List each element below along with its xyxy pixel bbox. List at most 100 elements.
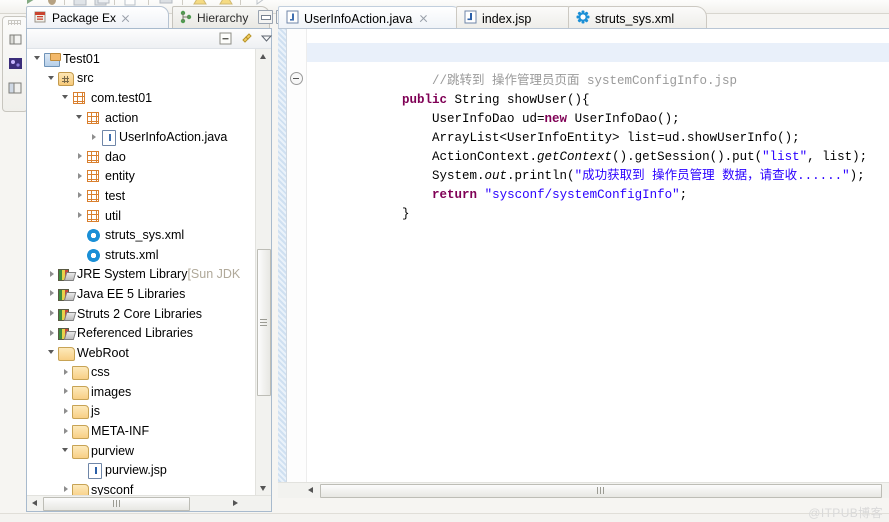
tree-item[interactable]: Test01	[27, 49, 271, 69]
tree-expander-icon[interactable]	[47, 288, 58, 299]
tree-expander-icon[interactable]	[47, 347, 58, 358]
tree-item-label: images	[91, 384, 132, 399]
tree-item[interactable]: purview	[27, 441, 271, 461]
tree-expander-icon[interactable]	[61, 367, 72, 378]
tree-item[interactable]: entity	[27, 167, 271, 187]
tree-item[interactable]: Struts 2 Core Libraries	[27, 304, 271, 324]
fold-collapse-icon[interactable]	[290, 72, 303, 85]
tree-item-label: util	[105, 208, 121, 223]
tree-vertical-scrollbar[interactable]	[255, 49, 271, 495]
tree-item[interactable]: util	[27, 206, 271, 226]
tree-item-label: struts.xml	[105, 247, 159, 262]
perspective-icon[interactable]	[7, 31, 24, 48]
editor-hscroll-thumb[interactable]	[320, 484, 882, 498]
tree-expander-icon[interactable]	[61, 92, 72, 103]
tab-package-explorer[interactable]: Package Ex	[26, 6, 169, 29]
tree-item[interactable]: JRE System Library [Sun JDK	[27, 265, 271, 285]
editor-tab-index-jsp[interactable]: index.jsp	[456, 6, 578, 30]
xml-file-icon	[576, 10, 590, 27]
tree-item-label: META-INF	[91, 424, 150, 439]
package-icon	[86, 168, 102, 184]
tree-item[interactable]: test	[27, 186, 271, 206]
tree-item[interactable]: Referenced Libraries	[27, 323, 271, 343]
collapse-all-icon[interactable]	[218, 31, 233, 46]
status-bar	[0, 513, 889, 522]
editor-tab-struts-sys-xml[interactable]: struts_sys.xml	[568, 6, 707, 30]
scroll-left-icon[interactable]	[28, 497, 40, 509]
minimize-button[interactable]	[258, 10, 273, 24]
package-explorer-body: Test01 src com.test01 action UserInfoAction.…	[26, 28, 274, 512]
tree-item[interactable]: purview.jsp	[27, 460, 271, 480]
editor-horizontal-scrollbar[interactable]	[278, 482, 889, 498]
tree-expander-icon[interactable]	[61, 426, 72, 437]
tree-expander-icon[interactable]	[75, 151, 86, 162]
tree-expander-icon[interactable]	[61, 445, 72, 456]
tree-expander-icon[interactable]	[61, 484, 72, 495]
tree-expander-icon[interactable]	[33, 53, 44, 64]
tree-hscroll-thumb[interactable]	[43, 497, 190, 511]
tree-item[interactable]: Java EE 5 Libraries	[27, 284, 271, 304]
tree-expander-icon[interactable]	[61, 386, 72, 397]
close-icon[interactable]	[121, 14, 130, 23]
hierarchy-icon	[179, 10, 193, 27]
tree-item[interactable]: src	[27, 69, 271, 89]
tree-expander-icon[interactable]	[75, 190, 86, 201]
tree-expander-icon[interactable]	[75, 171, 86, 182]
editor-tab-label: UserInfoAction.java	[304, 11, 413, 26]
tree-item[interactable]: css	[27, 363, 271, 383]
editor-tab-userinfoaction[interactable]: UserInfoAction.java	[278, 6, 463, 30]
scroll-right-icon[interactable]	[229, 497, 241, 509]
tree-expander-icon[interactable]	[47, 308, 58, 319]
code-editor[interactable]: //跳转到 操作管理员页面 systemConfigInfo.jsp publi…	[278, 28, 889, 498]
tree-item[interactable]: WebRoot	[27, 343, 271, 363]
package-icon	[86, 110, 102, 126]
tree-expander-icon[interactable]	[47, 269, 58, 280]
tree-item-label: js	[91, 404, 101, 419]
code-line: }	[402, 207, 410, 221]
tree-expander-icon[interactable]	[75, 210, 86, 221]
tree-item[interactable]: com.test01	[27, 88, 271, 108]
java-project-icon	[44, 51, 61, 67]
tree-item-label: JRE System Library	[77, 267, 188, 282]
tree-item-label: purview.jsp	[105, 463, 167, 478]
xml-file-icon	[86, 247, 102, 263]
tree-item[interactable]: struts_sys.xml	[27, 225, 271, 245]
close-icon[interactable]	[419, 14, 428, 23]
link-with-editor-icon[interactable]	[239, 31, 254, 46]
editor-folding-bar[interactable]	[287, 29, 307, 498]
tree-item[interactable]: struts.xml	[27, 245, 271, 265]
view-menu-icon[interactable]	[259, 31, 274, 46]
package-icon	[86, 149, 102, 165]
scroll-down-icon[interactable]	[257, 482, 269, 494]
tree-item[interactable]: META-INF	[27, 421, 271, 441]
tree-horizontal-scrollbar[interactable]	[27, 495, 271, 511]
tree-expander-icon[interactable]	[89, 132, 100, 143]
editor-tab-label: index.jsp	[482, 11, 532, 26]
scroll-up-icon[interactable]	[257, 50, 269, 62]
tree-item[interactable]: UserInfoAction.java	[27, 127, 271, 147]
tree-expander-icon[interactable]	[75, 112, 86, 123]
fast-view-grip[interactable]	[8, 20, 21, 25]
tree-item[interactable]: dao	[27, 147, 271, 167]
tree-item-label: css	[91, 365, 110, 380]
scroll-left-icon[interactable]	[304, 484, 316, 496]
tree-item[interactable]: sysconf	[27, 480, 271, 495]
editor-text[interactable]: //跳转到 操作管理员页面 systemConfigInfo.jsp publi…	[307, 29, 889, 498]
tree-item[interactable]: images	[27, 382, 271, 402]
jsp-file-icon	[86, 462, 102, 480]
tree-item[interactable]: action	[27, 108, 271, 128]
tree-expander-icon[interactable]	[47, 328, 58, 339]
tree-item-label: Test01	[63, 51, 100, 66]
open-perspective-icon[interactable]	[7, 79, 24, 96]
tree-vscroll-thumb[interactable]	[257, 249, 271, 396]
tree-item-label: dao	[105, 149, 126, 164]
tree-expander-icon[interactable]	[47, 73, 58, 84]
welcome-icon[interactable]	[7, 55, 24, 72]
folder-icon	[72, 482, 89, 495]
tab-hierarchy[interactable]: Hierarchy	[172, 6, 270, 29]
editor-marker-bar[interactable]	[278, 29, 287, 498]
tree-expander-icon[interactable]	[61, 406, 72, 417]
project-tree[interactable]: Test01 src com.test01 action UserInfoAction.…	[27, 49, 271, 495]
xml-file-icon	[86, 227, 102, 243]
tree-item[interactable]: js	[27, 402, 271, 422]
